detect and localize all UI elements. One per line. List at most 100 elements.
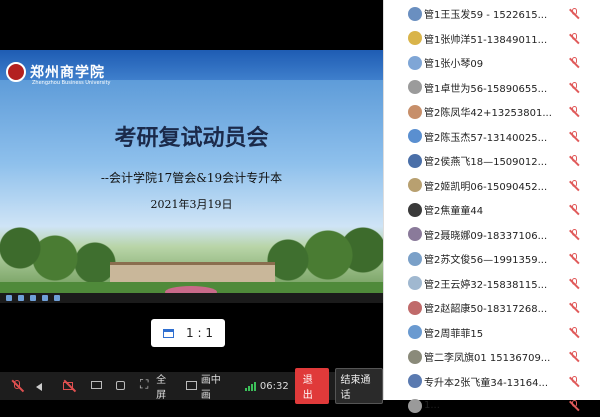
pip-icon — [185, 379, 198, 393]
end-call-button[interactable]: 结束通话 — [335, 368, 384, 404]
call-toolbar: 全屏 画中画 06:32 退出 结束通话 — [0, 368, 384, 404]
participant-row[interactable]: 管2聂晓娜09-18337106... — [384, 223, 600, 246]
pip-label: 画中画 — [200, 375, 221, 401]
mic-muted-icon[interactable] — [569, 32, 580, 44]
slide-date: 2021年3月19日 — [150, 198, 233, 211]
logo-text: 郑州商学院 — [30, 65, 105, 81]
participant-row[interactable]: 管2焦童童44 — [384, 198, 600, 221]
participant-name: 管2姬凯明06-15090452... — [424, 181, 548, 193]
participant-list: 管1王玉发59 - 1522615... 管1张帅洋51-13849011... 管… — [383, 0, 600, 413]
participant-avatar — [408, 153, 422, 168]
participant-name: 管1张帅洋51-13849011... — [424, 34, 548, 46]
participant-name: 管2侯燕飞18—1509012... — [424, 157, 548, 168]
slide-title: 考研复试动员会 — [114, 125, 269, 151]
mic-muted-icon[interactable] — [569, 302, 580, 313]
participant-name: 专升本2张飞童34-13164... — [424, 377, 549, 389]
mic-muted-icon[interactable] — [569, 326, 580, 338]
participant-row[interactable]: 管1张帅洋51-13849011... — [384, 27, 600, 50]
shared-screen-area: 郑州商学院 Zhengzhou Business University 考研复试… — [0, 0, 383, 372]
signal-strength-icon — [244, 381, 256, 391]
mic-muted-icon[interactable] — [569, 204, 580, 215]
participant-avatar — [408, 6, 422, 21]
participant-avatar — [408, 374, 422, 388]
speaker-icon — [34, 379, 48, 393]
participant-avatar — [408, 104, 422, 119]
pip-button[interactable]: 画中画 — [185, 371, 229, 401]
mic-muted-icon[interactable] — [569, 400, 580, 411]
camera-button[interactable] — [62, 379, 76, 393]
aspect-ratio-button[interactable]: 1 : 1 — [151, 319, 225, 347]
participant-row[interactable]: 专升本2张飞童34-13164... — [384, 370, 600, 393]
aspect-ratio-label: 1 : 1 — [186, 326, 213, 340]
participant-avatar — [408, 251, 422, 266]
taskbar-app-icon — [18, 295, 24, 301]
participant-avatar — [408, 276, 422, 290]
exit-button[interactable]: 退出 — [294, 368, 330, 404]
camera-off-icon — [62, 379, 76, 393]
participant-row[interactable]: 管2陈玉杰57-13140025... — [384, 125, 600, 148]
participant-avatar — [408, 202, 422, 217]
participant-name: 管2聂晓娜09-18337106... — [424, 230, 548, 242]
mic-muted-icon[interactable] — [569, 375, 580, 387]
mic-muted-icon[interactable] — [569, 8, 580, 19]
participant-name: 管1卓世为56-15890655... — [424, 83, 548, 95]
mic-muted-icon[interactable] — [569, 277, 580, 289]
participant-avatar — [408, 31, 422, 45]
mic-muted-icon[interactable] — [569, 106, 580, 117]
participant-avatar — [408, 300, 422, 315]
mic-muted-icon[interactable] — [569, 179, 580, 191]
mic-muted-icon[interactable] — [569, 130, 580, 142]
participant-name: 1... — [424, 400, 440, 411]
record-icon — [114, 379, 128, 393]
participant-row[interactable]: 管1卓世为56-15890655... — [384, 76, 600, 99]
mic-muted-icon[interactable] — [569, 57, 580, 68]
shared-taskbar — [0, 293, 383, 303]
participant-row[interactable]: 管2赵韶康50-18317268... — [384, 296, 600, 319]
record-button[interactable] — [114, 379, 128, 393]
taskbar-app-icon — [42, 295, 48, 301]
taskbar-app-icon — [54, 295, 60, 301]
participant-row[interactable]: 1... — [384, 394, 600, 417]
mic-muted-icon[interactable] — [569, 228, 580, 240]
logo-subtext: Zhengzhou Business University — [32, 80, 111, 86]
participant-name: 管2赵韶康50-18317268... — [424, 304, 548, 315]
participant-row[interactable]: 管2苏文俊56—1991359... — [384, 247, 600, 270]
mic-muted-icon[interactable] — [569, 81, 580, 93]
participant-avatar — [408, 129, 422, 143]
participant-avatar — [408, 178, 422, 192]
participant-row[interactable]: 管2周菲菲15 — [384, 321, 600, 344]
university-seal-icon — [6, 62, 26, 82]
trees-left — [0, 218, 120, 288]
slide-subtitle: --会计学院17管会&19会计专升本 — [100, 171, 283, 185]
mic-button[interactable] — [10, 379, 24, 393]
participant-row[interactable]: 管2姬凯明06-15090452... — [384, 174, 600, 197]
mic-muted-icon[interactable] — [569, 253, 580, 264]
mic-muted-icon — [10, 379, 24, 393]
mic-muted-icon[interactable] — [569, 351, 580, 362]
participant-avatar — [408, 349, 422, 364]
call-timer: 06:32 — [259, 380, 289, 392]
participant-row[interactable]: 管二李凤旗01 15136709... — [384, 345, 600, 368]
fullscreen-button[interactable]: 全屏 — [140, 371, 175, 401]
participant-row[interactable]: 管2王云婷32-15838115... — [384, 272, 600, 295]
university-logo: 郑州商学院 — [6, 62, 105, 82]
trees-right — [263, 220, 383, 290]
taskbar-app-icon — [6, 295, 12, 301]
participant-row[interactable]: 管2陈凤华42+13253801... — [384, 100, 600, 123]
participant-avatar — [408, 80, 422, 94]
mic-muted-icon[interactable] — [569, 155, 580, 166]
participant-avatar — [408, 398, 422, 413]
participant-row[interactable]: 管1张小琴09 — [384, 51, 600, 74]
participant-name: 管二李凤旗01 15136709... — [424, 353, 551, 364]
participant-avatar — [408, 55, 422, 70]
screen-share-button[interactable] — [90, 379, 104, 393]
fullscreen-icon — [140, 377, 153, 393]
taskbar-app-icon — [30, 295, 36, 301]
participant-row[interactable]: 管1王玉发59 - 1522615... — [384, 2, 600, 25]
speaker-button[interactable] — [34, 379, 48, 393]
participant-avatar — [408, 227, 422, 241]
participant-row[interactable]: 管2侯燕飞18—1509012... — [384, 149, 600, 172]
participant-name: 管2焦童童44 — [424, 206, 484, 217]
participant-avatar — [408, 325, 422, 339]
participant-name: 管2陈玉杰57-13140025... — [424, 132, 548, 144]
